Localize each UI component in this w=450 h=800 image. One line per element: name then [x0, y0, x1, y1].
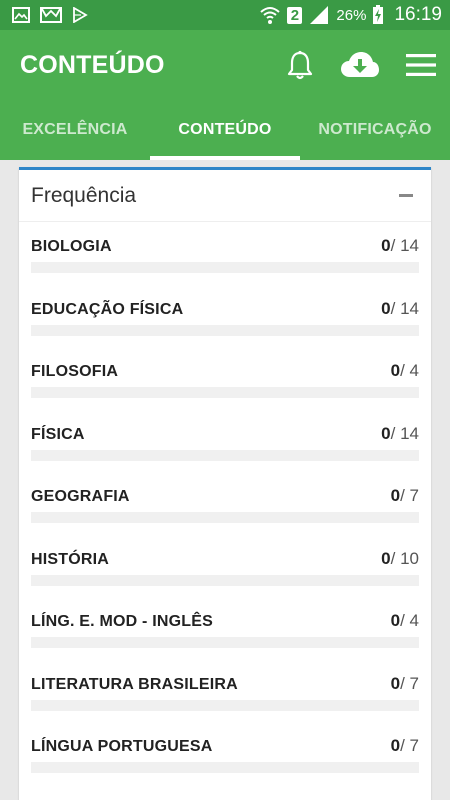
subject-row: LÍNG. E. MOD - INGLÊS 0/ 4 [31, 597, 419, 631]
attended-count: 0 [390, 611, 401, 630]
list-item[interactable]: FILOSOFIA 0/ 4 [19, 347, 431, 410]
subject-name: LÍNGUA PORTUGUESA [31, 738, 213, 755]
tab-excelencia[interactable]: EXCELÊNCIA [0, 100, 150, 160]
card-header[interactable]: Frequência [19, 170, 431, 222]
total-count: / 4 [400, 361, 419, 380]
subject-row: LITERATURA BRASILEIRA 0/ 7 [31, 660, 419, 694]
subject-name: BIOLOGIA [31, 238, 112, 255]
menu-icon [406, 54, 436, 76]
progress-bar [31, 574, 419, 586]
subject-row: GEOGRAFIA 0/ 7 [31, 472, 419, 506]
subject-name: GEOGRAFIA [31, 488, 130, 505]
subject-row: LÍNGUA PORTUGUESA 0/ 7 [31, 722, 419, 756]
progress-bar [31, 512, 419, 523]
subject-name: FÍSICA [31, 425, 85, 443]
total-count: / 14 [390, 236, 419, 255]
list-item[interactable]: EDUCAÇÃO FÍSICA 0/ 14 [19, 285, 431, 348]
attended-count: 0 [381, 423, 391, 443]
progress-bar [31, 699, 419, 711]
total-count: / 14 [390, 298, 419, 318]
subject-row: FILOSOFIA 0/ 4 [31, 347, 419, 381]
subject-count: 0/ 7 [391, 486, 419, 506]
total-count: / 7 [400, 736, 419, 755]
content-area[interactable]: Frequência BIOLOGIA 0/ 14 EDUCAÇÃO FÍSICA 0… [0, 160, 450, 800]
list-item[interactable]: GEOGRAFIA 0/ 7 [19, 472, 431, 535]
total-count: / 7 [400, 486, 419, 505]
total-count: / 7 [400, 673, 419, 693]
status-right: 2 26% 16:19 [259, 4, 442, 26]
subject-row: EDUCAÇÃO FÍSICA 0/ 14 [31, 285, 419, 319]
wifi-icon [259, 5, 281, 25]
collapse-icon[interactable] [399, 194, 413, 197]
total-count: / 4 [400, 611, 419, 630]
clock: 16:19 [394, 4, 442, 25]
frequency-card: Frequência BIOLOGIA 0/ 14 EDUCAÇÃO FÍSICA 0… [19, 167, 431, 800]
mail-icon [40, 7, 62, 23]
list-item[interactable]: FÍSICA 0/ 14 [19, 410, 431, 473]
play-store-icon [72, 7, 88, 23]
subject-row: FÍSICA 0/ 14 [31, 410, 419, 444]
battery-charging-icon [372, 5, 384, 25]
subject-count: 0/ 4 [391, 361, 419, 381]
subject-count: 0/ 7 [391, 736, 419, 756]
sim-badge: 2 [287, 6, 303, 24]
tab-notificacao[interactable]: NOTIFICAÇÃO [300, 100, 450, 160]
subject-count: 0/ 14 [381, 424, 419, 444]
screen: 2 26% 16:19 CONTEÚDO EXCELÊNCIA CONTEÚDO… [0, 0, 450, 800]
card-title: Frequência [31, 183, 137, 207]
subject-count: 0/ 10 [381, 549, 419, 569]
subject-count: 0/ 14 [381, 236, 419, 256]
list-item[interactable]: LÍNGUA PORTUGUESA 0/ 7 [19, 722, 431, 785]
cloud-download-icon [340, 51, 380, 79]
app-actions [286, 50, 436, 80]
subject-count: 0/ 7 [391, 674, 419, 694]
progress-bar [31, 324, 419, 336]
page-title: CONTEÚDO [20, 50, 165, 79]
progress-bar [31, 637, 419, 648]
attended-count: 0 [390, 673, 401, 693]
menu-button[interactable] [406, 54, 436, 76]
subject-count: 0/ 14 [381, 299, 419, 319]
status-bar: 2 26% 16:19 [0, 0, 450, 30]
subject-name: HISTÓRIA [31, 550, 110, 568]
attended-count: 0 [381, 298, 391, 318]
attended-count: 0 [381, 548, 391, 568]
attended-count: 0 [390, 361, 401, 380]
list-item[interactable]: LÍNG. E. MOD - INGLÊS 0/ 4 [19, 597, 431, 660]
list-item[interactable]: LITERATURA BRASILEIRA 0/ 7 [19, 660, 431, 723]
total-count: / 10 [390, 548, 419, 568]
attended-count: 0 [390, 736, 401, 755]
progress-bar [31, 762, 419, 773]
subject-row: HISTÓRIA 0/ 10 [31, 535, 419, 569]
signal-icon [308, 5, 330, 25]
list-item[interactable]: HISTÓRIA 0/ 10 [19, 535, 431, 598]
subject-name: LÍNG. E. MOD - INGLÊS [31, 613, 213, 630]
list-item[interactable]: BIOLOGIA 0/ 14 [19, 222, 431, 285]
subject-name: EDUCAÇÃO FÍSICA [31, 300, 184, 318]
tab-bar: EXCELÊNCIA CONTEÚDO NOTIFICAÇÃO [0, 100, 450, 160]
progress-bar [31, 387, 419, 398]
subject-row: BIOLOGIA 0/ 14 [31, 222, 419, 256]
subject-name: LITERATURA BRASILEIRA [31, 675, 238, 693]
app-bar: CONTEÚDO [0, 30, 450, 100]
progress-bar [31, 262, 419, 273]
download-button[interactable] [340, 51, 380, 79]
bell-icon [286, 50, 314, 80]
subject-count: 0/ 4 [391, 611, 419, 631]
total-count: / 14 [390, 423, 419, 443]
subject-name: FILOSOFIA [31, 363, 119, 380]
status-left [12, 7, 88, 23]
attended-count: 0 [390, 486, 401, 505]
tab-conteudo[interactable]: CONTEÚDO [150, 100, 300, 160]
gallery-icon [12, 7, 30, 23]
notifications-button[interactable] [286, 50, 314, 80]
subject-list: BIOLOGIA 0/ 14 EDUCAÇÃO FÍSICA 0/ 14 FILOSOF… [19, 222, 431, 785]
battery-percent: 26% [336, 6, 367, 24]
attended-count: 0 [381, 236, 391, 255]
progress-bar [31, 449, 419, 461]
